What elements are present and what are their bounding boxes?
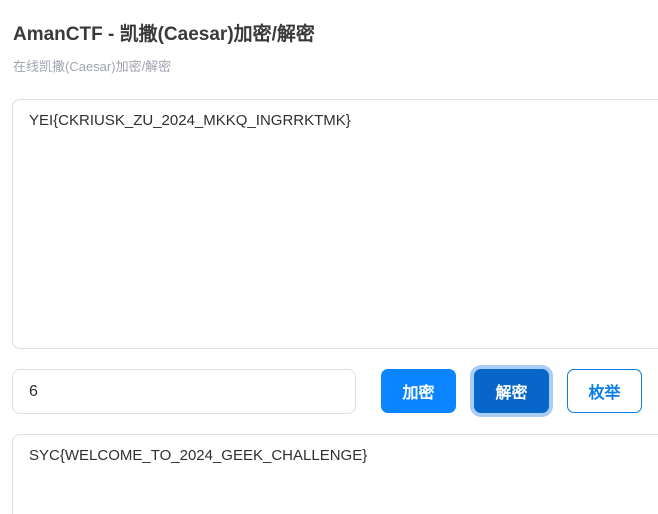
encrypt-button[interactable]: 加密 [381,369,456,413]
shift-input[interactable] [12,369,356,414]
brute-force-button[interactable]: 枚举 [567,369,642,413]
ciphertext-input[interactable]: YEI{CKRIUSK_ZU_2024_MKKQ_INGRRKTMK} [12,99,658,349]
page-title: AmanCTF - 凯撒(Caesar)加密/解密 [13,24,315,45]
page-subtitle: 在线凯撒(Caesar)加密/解密 [13,59,172,74]
result-output[interactable]: SYC{WELCOME_TO_2024_GEEK_CHALLENGE} [12,434,658,514]
decrypt-button[interactable]: 解密 [474,369,549,413]
